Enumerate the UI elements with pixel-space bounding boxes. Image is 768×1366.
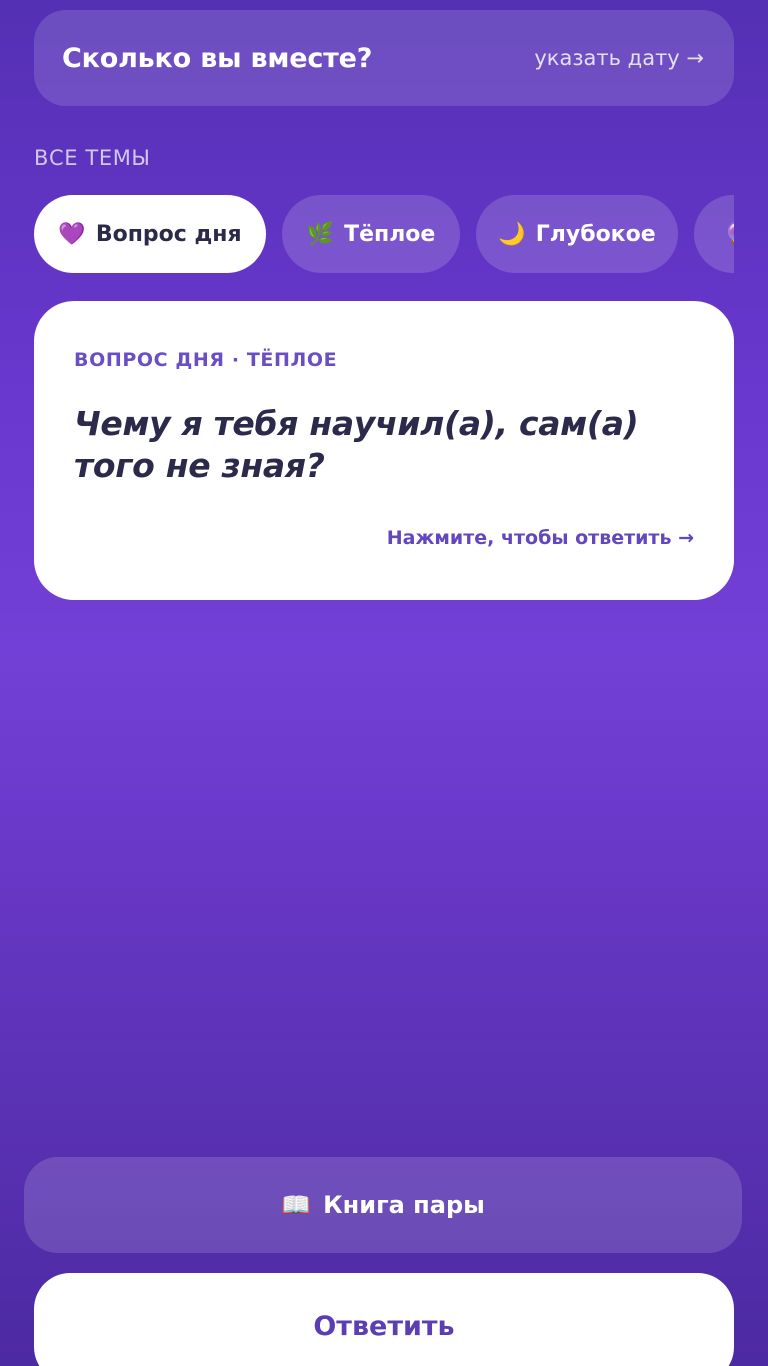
topic-chip-warm[interactable]: 🌿 Тёплое bbox=[282, 195, 460, 273]
date-card-title: Сколько вы вместе? bbox=[62, 42, 373, 74]
topic-chip-label: Вопрос дня bbox=[95, 221, 242, 247]
partial-chip-icon: 🔮 bbox=[724, 222, 734, 247]
purple-heart-icon: 💜 bbox=[58, 221, 86, 247]
set-date-link[interactable]: указать дату → bbox=[534, 46, 704, 70]
topic-chip-partial[interactable]: 🔮 bbox=[694, 195, 734, 273]
tap-to-answer-hint[interactable]: Нажмите, чтобы ответить → bbox=[387, 527, 694, 549]
topic-chip-label: Тёплое bbox=[344, 221, 436, 247]
book-icon: 📖 bbox=[281, 1191, 312, 1219]
question-card[interactable]: ВОПРОС ДНЯ · ТЁПЛОЕ Чему я тебя научил(а… bbox=[34, 301, 734, 600]
herb-icon: 🌿 bbox=[306, 221, 335, 247]
topic-chip-deep[interactable]: 🌙 Глубокое bbox=[476, 195, 678, 273]
couple-book-button[interactable]: 📖 Книга пары bbox=[24, 1157, 742, 1253]
couple-book-label: Книга пары bbox=[323, 1191, 485, 1219]
relationship-date-card[interactable]: Сколько вы вместе? указать дату → bbox=[34, 10, 734, 106]
topic-chip-question-of-day[interactable]: 💜 Вопрос дня bbox=[34, 195, 266, 273]
topic-chip-label: Глубокое bbox=[535, 221, 656, 247]
answer-button[interactable]: Ответить bbox=[34, 1273, 734, 1366]
topic-chips-row[interactable]: 💜 Вопрос дня 🌿 Тёплое 🌙 Глубокое 🔮 bbox=[34, 195, 734, 273]
question-meta: ВОПРОС ДНЯ · ТЁПЛОЕ bbox=[74, 349, 338, 371]
crescent-moon-icon: 🌙 bbox=[498, 221, 526, 247]
all-topics-label: ВСЕ ТЕМЫ bbox=[34, 146, 151, 170]
question-text: Чему я тебя научил(а), сам(а) того не зн… bbox=[74, 404, 639, 485]
